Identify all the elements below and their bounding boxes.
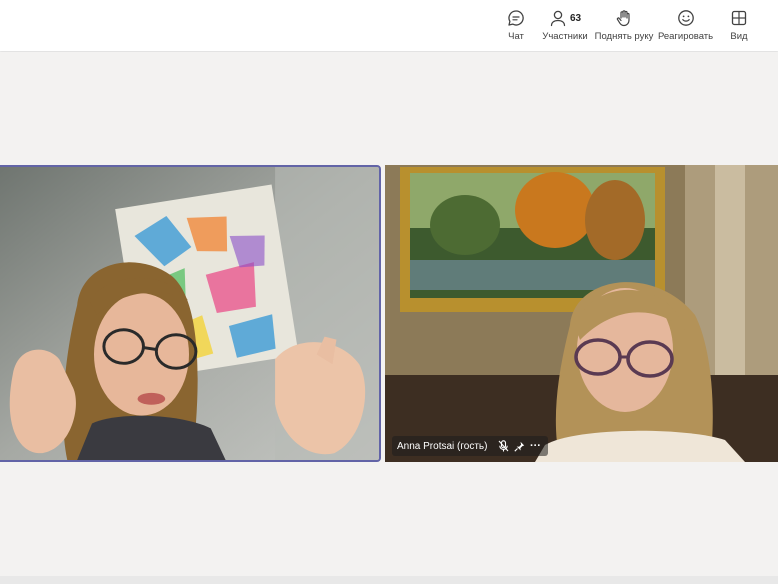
participant-count: 63 <box>569 12 582 24</box>
meeting-toolbar: Чат 63 Участники Поднять руку Реагироват… <box>0 0 778 51</box>
participants-label: Участники <box>542 31 588 42</box>
video-feed <box>385 165 778 462</box>
smile-icon <box>677 8 695 28</box>
hand-icon <box>615 8 633 28</box>
participants-icon-group: 63 <box>549 8 581 28</box>
video-tile-participant[interactable] <box>385 165 778 462</box>
view-label: Вид <box>730 31 748 42</box>
chat-button[interactable]: Чат <box>504 8 528 46</box>
react-label: Реагировать <box>657 31 714 42</box>
chat-label: Чат <box>508 31 524 42</box>
chat-icon <box>507 8 525 28</box>
raise-hand-label: Поднять руку <box>594 31 654 42</box>
video-feed <box>0 167 379 460</box>
video-tile-active-speaker[interactable] <box>0 165 381 462</box>
bottom-divider <box>0 576 778 584</box>
raise-hand-button[interactable]: Поднять руку <box>594 8 654 46</box>
participant-name-tag: Anna Protsai (гость) ··· <box>392 436 549 456</box>
people-icon <box>550 10 566 27</box>
mic-muted-icon <box>496 439 510 453</box>
more-options-icon[interactable]: ··· <box>528 439 542 453</box>
participants-button[interactable]: 63 Участники <box>541 8 589 46</box>
react-button[interactable]: Реагировать <box>657 8 714 46</box>
view-button[interactable]: Вид <box>726 8 752 46</box>
pin-icon[interactable] <box>512 439 526 453</box>
grid-icon <box>730 8 748 28</box>
participant-name: Anna Protsai (гость) <box>397 440 488 452</box>
